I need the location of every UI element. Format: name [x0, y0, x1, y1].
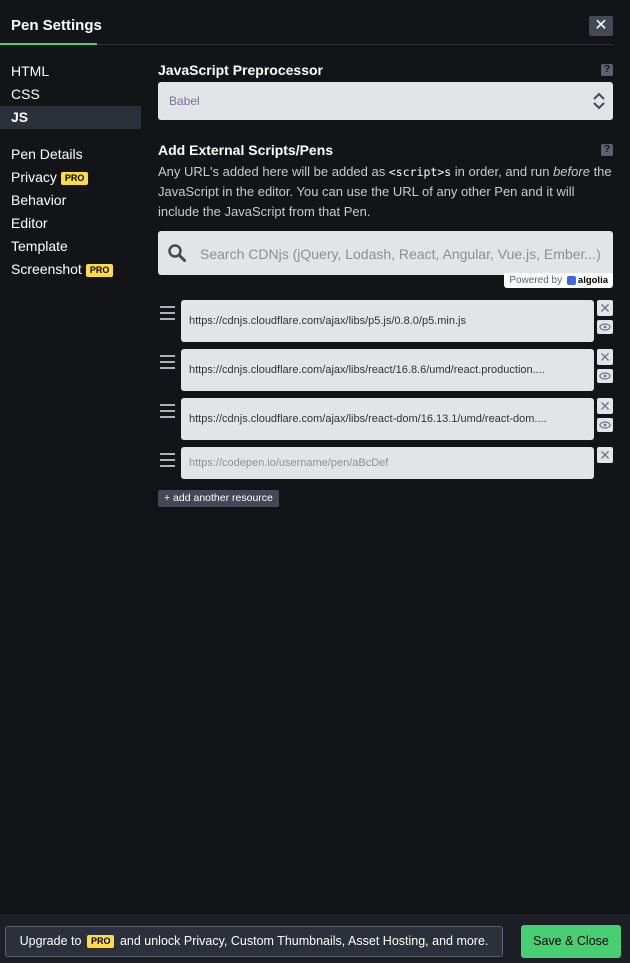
header-divider [97, 44, 613, 45]
sidebar-item-editor[interactable]: Editor [0, 212, 141, 235]
resource-url-input[interactable] [181, 300, 594, 342]
sidebar-item-label: Screenshot [11, 261, 82, 277]
preprocessor-title: JavaScript Preprocessor [158, 62, 323, 78]
resource-url-input[interactable] [181, 447, 594, 479]
add-resource-button[interactable]: + add another resource [158, 490, 279, 507]
external-description: Any URL's added here will be added as <s… [158, 164, 612, 219]
close-button[interactable]: ✕ [589, 16, 613, 36]
header: Pen Settings ✕ [0, 0, 630, 46]
sidebar-item-screenshot[interactable]: Screenshot PRO [0, 258, 141, 281]
footer: Upgrade to PRO and unlock Privacy, Custo… [0, 914, 630, 963]
title-underline [0, 43, 97, 45]
close-icon[interactable]: ✕ [597, 398, 613, 414]
page-title: Pen Settings [11, 17, 102, 34]
external-title: Add External Scripts/Pens [158, 142, 334, 158]
sidebar-item-behavior[interactable]: Behavior [0, 189, 141, 212]
cdnjs-search: Powered by algolia [158, 231, 613, 288]
pro-badge: PRO [60, 171, 89, 185]
resource-list: ✕ ✕ ✕ ✕ + add another resource [158, 300, 613, 507]
sidebar-item-template[interactable]: Template [0, 235, 141, 258]
eye-icon[interactable] [597, 320, 613, 334]
sidebar-item-label: Privacy [11, 169, 57, 185]
eye-icon[interactable] [597, 418, 613, 432]
preprocessor-heading: JavaScript Preprocessor ? [158, 60, 613, 80]
help-icon[interactable]: ? [601, 144, 613, 156]
drag-handle-icon[interactable] [160, 404, 176, 420]
sidebar-item-label: HTML [11, 63, 50, 79]
sidebar-item-privacy[interactable]: Privacy PRO [0, 166, 141, 189]
drag-handle-icon[interactable] [160, 306, 176, 322]
resource-url-input[interactable] [181, 398, 594, 440]
pro-badge: PRO [85, 263, 114, 277]
external-heading: Add External Scripts/Pens ? [158, 140, 613, 160]
upgrade-button[interactable]: Upgrade to PRO and unlock Privacy, Custo… [5, 926, 503, 957]
resource-row: ✕ [158, 398, 613, 440]
sidebar-item-js[interactable]: JS [0, 106, 141, 129]
resource-row: ✕ [158, 349, 613, 391]
pro-badge: PRO [86, 935, 115, 949]
sidebar-item-html[interactable]: HTML [0, 60, 141, 83]
resource-row: ✕ [158, 447, 613, 479]
resource-url-input[interactable] [181, 349, 594, 391]
sidebar-item-css[interactable]: CSS [0, 83, 141, 106]
save-close-button[interactable]: Save & Close [521, 925, 621, 958]
search-input[interactable] [198, 231, 607, 277]
help-icon[interactable]: ? [601, 64, 613, 76]
close-icon[interactable]: ✕ [597, 447, 613, 463]
sidebar-item-label: Editor [11, 215, 48, 231]
sidebar-item-label: JS [11, 109, 29, 125]
close-icon[interactable]: ✕ [597, 300, 613, 316]
close-icon[interactable]: ✕ [597, 349, 613, 365]
preprocessor-select[interactable]: Babel [158, 82, 613, 120]
search-icon [168, 244, 186, 262]
preprocessor-selected-value: Babel [169, 94, 200, 108]
main-panel: JavaScript Preprocessor ? Babel Add Exte… [158, 60, 613, 507]
sidebar-item-pen-details[interactable]: Pen Details [0, 143, 141, 166]
sidebar-item-label: Behavior [11, 192, 67, 208]
sidebar-item-label: CSS [11, 86, 40, 102]
drag-handle-icon[interactable] [160, 355, 176, 371]
algolia-icon [566, 275, 576, 285]
sidebar: HTML CSS JS Pen Details Privacy PRO Behav… [0, 60, 141, 281]
drag-handle-icon[interactable] [160, 453, 176, 469]
eye-icon[interactable] [597, 369, 613, 383]
powered-by-algolia: Powered by algolia [504, 273, 613, 288]
sidebar-item-label: Pen Details [11, 146, 83, 162]
chevron-updown-icon [593, 92, 605, 110]
sidebar-item-label: Template [11, 238, 68, 254]
resource-row: ✕ [158, 300, 613, 342]
